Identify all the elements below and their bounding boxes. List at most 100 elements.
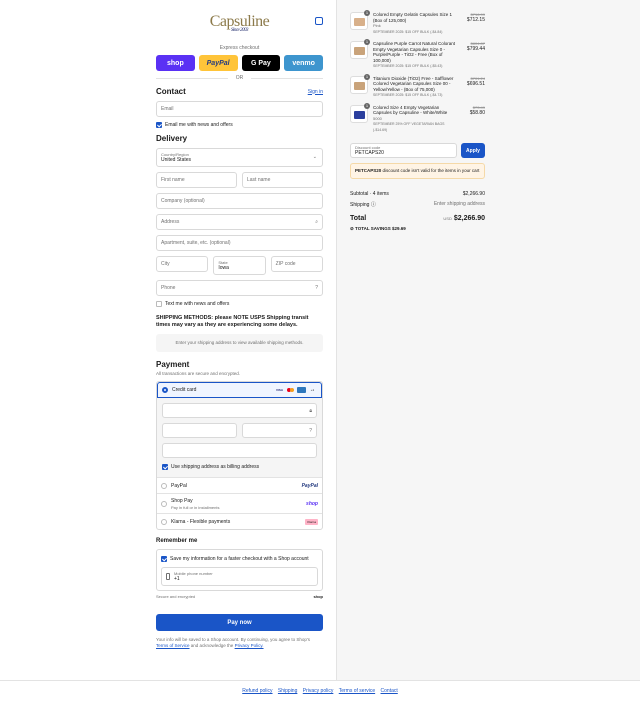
product-image (354, 47, 365, 55)
quantity-badge: 1 (364, 73, 370, 80)
radio-icon (161, 482, 167, 489)
product-info: Colored Size 4 Empty Vegetarian Capsules… (373, 105, 485, 134)
address-placeholder: Address (161, 219, 180, 225)
product-name: Capsuline Purple Carrot Natural Colorant… (373, 41, 456, 63)
klarna-label: Klarna - Flexible payments (171, 518, 231, 525)
klarna-logo: Klarna (305, 518, 318, 525)
shop-pay-option[interactable]: Shop Pay Pay in full or in installments sh… (157, 493, 322, 513)
subtotal-row: Subtotal · 4 items $2,266.90 (350, 191, 485, 197)
item-price: $73.49 $58.80 (470, 105, 485, 116)
google-pay-button[interactable]: G Pay (241, 55, 281, 71)
privacy-link[interactable]: Privacy Policy. (235, 643, 264, 648)
alert-code: PETCAPS20 (355, 168, 382, 173)
text-news-checkbox[interactable]: Text me with news and offers (156, 301, 323, 307)
product-thumbnail: 1 (350, 102, 370, 123)
payment-subtitle: All transactions are secure and encrypte… (156, 371, 241, 376)
contact-link[interactable]: Contact (381, 688, 398, 694)
mobile-phone-value: +1 (174, 576, 180, 582)
total-savings: ⊘ TOTAL SAVINGS $29.69 (350, 226, 640, 232)
address-input[interactable]: Address ⌕ (156, 214, 323, 230)
product-variant: 5000 (373, 115, 382, 121)
apartment-input[interactable]: Apartment, suite, etc. (optional) (156, 235, 323, 251)
zip-placeholder: ZIP code (275, 261, 296, 267)
item-current-price: $58.80 (469, 109, 485, 116)
first-name-input[interactable]: First name (156, 172, 237, 188)
shop-pay-button[interactable]: shop (156, 55, 195, 71)
save-info-checkbox[interactable]: Save my information for a faster checkou… (161, 556, 318, 562)
klarna-option[interactable]: Klarna - Flexible payments Klarna (157, 513, 322, 529)
shipping-methods-placeholder: Enter your shipping address to view avai… (156, 334, 323, 352)
paypal-button[interactable]: PayPal (198, 55, 238, 71)
help-icon[interactable]: ? (309, 428, 312, 434)
company-input[interactable]: Company (optional) (156, 193, 323, 209)
help-icon[interactable]: ⓘ (371, 202, 376, 208)
discount-input[interactable]: Discount code PETCAPS20 (350, 143, 457, 158)
secure-row: Secure and encrypted shop (156, 594, 323, 599)
name-on-card-input[interactable] (162, 443, 317, 458)
country-value: United States (161, 157, 192, 163)
cart-bag-icon[interactable] (315, 17, 323, 25)
logo[interactable]: Capsuline Since 2003 (156, 10, 323, 33)
country-select[interactable]: Country/Region United States ⌄ (156, 148, 323, 167)
credit-card-option[interactable]: Credit card VISA +1 (157, 382, 322, 398)
terms-link[interactable]: Terms of Service (156, 643, 190, 648)
order-summary: 1 Colored Empty Gelatin Capsules Size 1 (… (336, 0, 640, 680)
phone-icon (166, 573, 170, 580)
email-news-checkbox[interactable]: Email me with news and offers (156, 122, 323, 128)
phone-input[interactable]: Phone? (156, 280, 323, 296)
refund-policy-link[interactable]: Refund policy (242, 688, 272, 694)
mobile-phone-input[interactable]: Mobile phone number +1 (161, 567, 318, 586)
security-code-input[interactable]: ? (242, 423, 317, 438)
remember-title: Remember me (156, 538, 198, 544)
privacy-policy-link[interactable]: Privacy policy (303, 688, 334, 694)
item-price: $701.24 $696.51 (467, 76, 485, 87)
payment-options: Credit card VISA +1 🔒︎ ? Use shipping ad… (156, 381, 323, 530)
item-discount: SEPTEMBER 2025: $15 OFF BULK (-$5.43) (373, 64, 443, 68)
expiry-input[interactable] (162, 423, 237, 438)
paypal-label: PayPal (171, 482, 187, 489)
savings-label: TOTAL SAVINGS (355, 226, 391, 231)
total-label: Total (350, 215, 367, 222)
item-price: $716.99 $712.15 (467, 12, 485, 23)
amex-icon (297, 387, 306, 393)
item-price: $804.87 $799.44 (467, 41, 485, 52)
radio-icon (161, 500, 167, 507)
checkbox-icon (156, 301, 162, 307)
checkbox-icon (156, 122, 162, 128)
quantity-badge: 1 (364, 102, 370, 109)
billing-same-checkbox[interactable]: Use shipping address as billing address (162, 464, 317, 470)
product-image (354, 81, 365, 90)
card-number-input[interactable]: 🔒︎ (162, 403, 317, 418)
state-select[interactable]: State Iowa (213, 256, 266, 275)
save-info-label: Save my information for a faster checkou… (170, 556, 309, 562)
help-icon[interactable]: ? (315, 285, 318, 291)
pay-now-button[interactable]: Pay now (156, 614, 323, 631)
secure-label: Secure and encrypted (156, 594, 196, 599)
email-input[interactable]: Email (156, 101, 323, 117)
item-current-price: $696.51 (466, 80, 485, 87)
checkbox-icon (161, 556, 167, 562)
apply-button[interactable]: Apply (461, 143, 485, 158)
contact-title: Contact (156, 87, 186, 96)
last-name-input[interactable]: Last name (242, 172, 323, 188)
city-placeholder: City (161, 261, 170, 267)
state-value: Iowa (218, 265, 229, 271)
shipping-link[interactable]: Shipping (278, 688, 297, 694)
shop-pay-label: Shop Pay (171, 497, 193, 504)
sign-in-link[interactable]: Sign in (308, 89, 323, 95)
delivery-section: Delivery (156, 134, 323, 143)
cart-item: 1 Colored Size 4 Empty Vegetarian Capsule… (350, 102, 485, 134)
venmo-button[interactable]: venmo (284, 55, 323, 71)
product-name: Titanium Dioxide (TiO2) Free - Safflower… (373, 75, 454, 92)
discount-value: PETCAPS20 (355, 150, 384, 156)
city-input[interactable]: City (156, 256, 209, 272)
terms-of-service-link[interactable]: Terms of service (339, 688, 375, 694)
card-fields: 🔒︎ ? Use shipping address as billing add… (157, 398, 322, 477)
radio-icon (161, 518, 167, 525)
item-discount: SEPTEMBER 25% OFF VEGETARIAN BAGS (-$14.… (373, 122, 445, 132)
zip-input[interactable]: ZIP code (270, 256, 323, 272)
paypal-option[interactable]: PayPal PayPal (157, 477, 322, 493)
item-discount: SEPTEMBER 2025: $15 OFF BULK (-$4.73) (373, 93, 443, 97)
header: Capsuline Since 2003 (156, 10, 323, 40)
mastercard-icon (286, 387, 295, 393)
